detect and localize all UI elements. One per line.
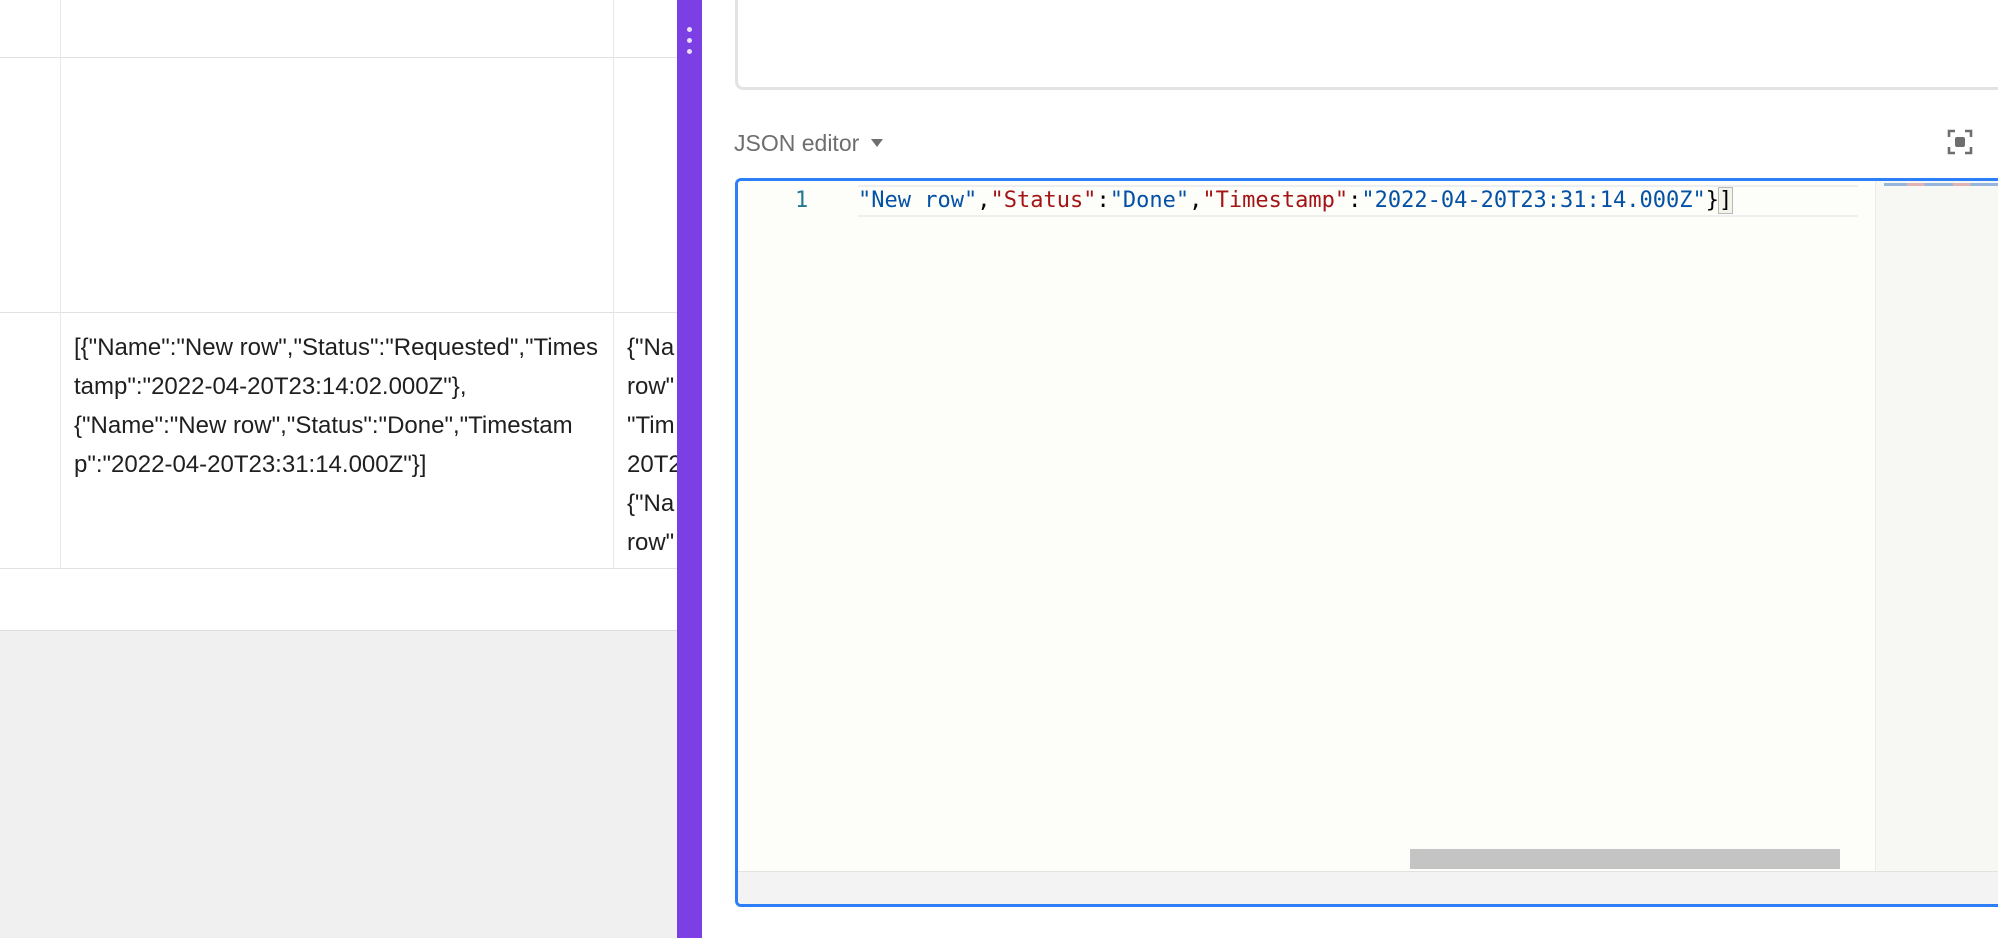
- column-divider: [613, 0, 614, 568]
- json-key: "Status": [990, 188, 1097, 213]
- previous-field-box[interactable]: [735, 0, 1998, 90]
- minimap-line: [1884, 183, 1998, 186]
- json-comma: ,: [977, 188, 991, 213]
- code-area[interactable]: "New row","Status":"Done","Timestamp":"2…: [858, 181, 1858, 871]
- column-divider: [60, 0, 61, 568]
- json-string: "New row": [858, 188, 978, 213]
- grid-empty-area: [0, 630, 677, 938]
- row-divider: [0, 568, 677, 569]
- editor-panel: JSON editor 1 "New row","Status":"Done",…: [702, 0, 1998, 938]
- json-editor-label: JSON editor: [734, 129, 860, 156]
- json-editor-header[interactable]: JSON editor: [734, 126, 884, 160]
- json-code-editor[interactable]: 1 "New row","Status":"Done","Timestamp":…: [735, 178, 1998, 907]
- json-bracket-matched: ]: [1717, 187, 1734, 214]
- json-colon: :: [1096, 188, 1110, 213]
- table-cell-json-value-clipped[interactable]: {"Na row" "Tim 20T2 {"Na row": [627, 328, 677, 562]
- json-string: "2022-04-20T23:31:14.000Z": [1361, 188, 1706, 213]
- app-root: [{"Name":"New row","Status":"Requested",…: [0, 0, 1998, 938]
- json-key: "Timestamp": [1202, 188, 1349, 213]
- expand-icon[interactable]: [1947, 129, 1973, 155]
- table-cell-json-value[interactable]: [{"Name":"New row","Status":"Requested",…: [74, 328, 604, 484]
- json-colon: :: [1348, 188, 1362, 213]
- line-number: 1: [795, 188, 809, 213]
- panel-resize-handle[interactable]: [677, 0, 702, 938]
- json-brace: }: [1705, 188, 1719, 213]
- code-line[interactable]: "New row","Status":"Done","Timestamp":"2…: [858, 186, 1734, 216]
- horizontal-scrollbar-track[interactable]: [738, 871, 1998, 904]
- json-string: "Done": [1109, 188, 1190, 213]
- line-gutter: 1: [738, 181, 858, 871]
- row-divider: [0, 57, 677, 58]
- horizontal-scrollbar-thumb[interactable]: [1410, 849, 1840, 869]
- json-comma: ,: [1189, 188, 1203, 213]
- caret-down-icon: [871, 139, 884, 147]
- drag-handle-icon: [687, 27, 692, 60]
- row-divider: [0, 312, 677, 313]
- grid-table: [{"Name":"New row","Status":"Requested",…: [0, 0, 677, 938]
- editor-minimap[interactable]: [1875, 181, 1998, 871]
